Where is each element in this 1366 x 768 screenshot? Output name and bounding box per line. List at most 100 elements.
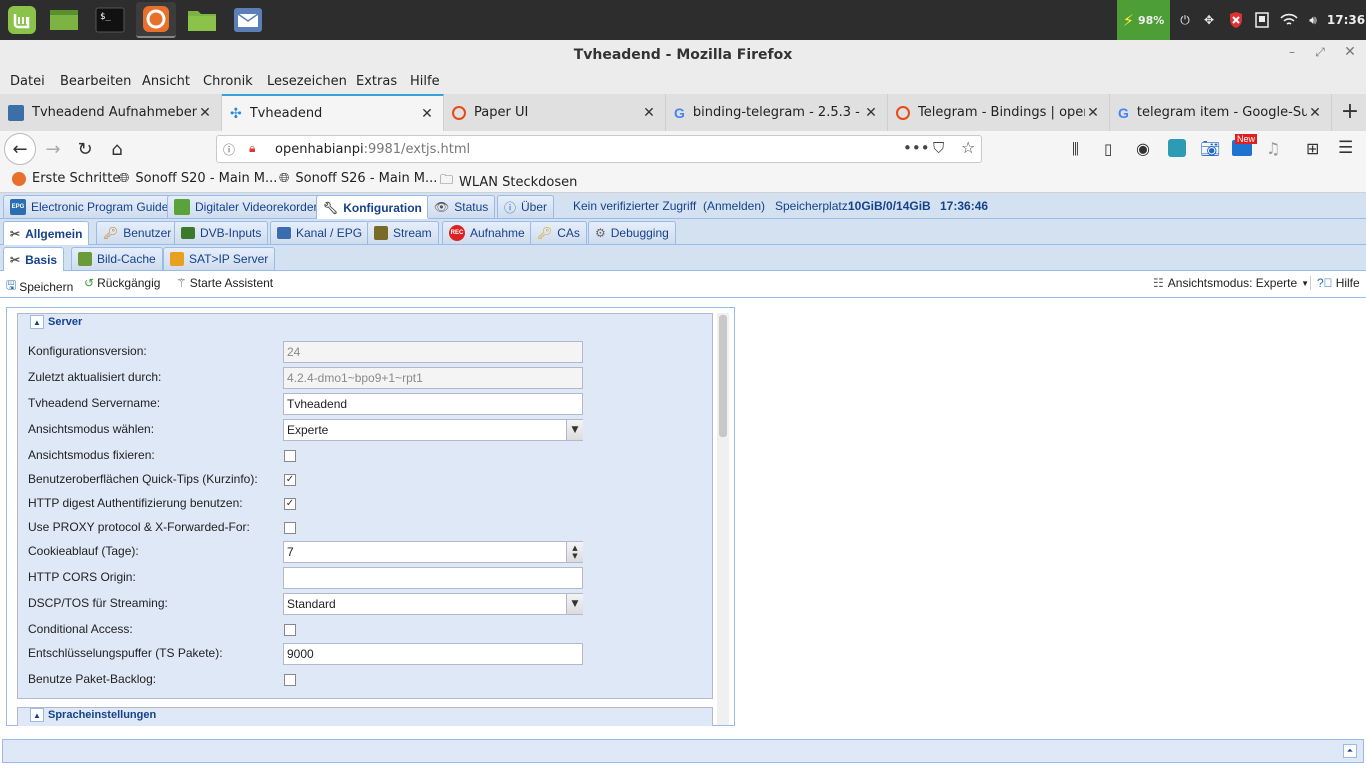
servername-input[interactable]: Tvheadend [283, 393, 583, 415]
firefox-launcher-icon[interactable] [136, 2, 176, 38]
menu-lesezeichen[interactable]: Lesezeichen [267, 74, 347, 89]
tab-basis[interactable]: ✂ Basis [3, 247, 65, 271]
cookie-spinner-icon[interactable]: ▲ ▼ [566, 542, 583, 562]
dscp-tos-select[interactable]: Standard [283, 593, 583, 615]
battery-indicator[interactable]: ⚡ 98% [1117, 0, 1170, 40]
tab-telegram-bindings[interactable]: Telegram - Bindings | openHAB ✕ [888, 94, 1110, 131]
form-scrollbar-thumb[interactable] [719, 315, 727, 437]
insecure-lock-icon[interactable]: 🔒︎ [249, 141, 255, 156]
menu-datei[interactable]: Datei [10, 74, 45, 89]
reload-button[interactable]: ↻ [70, 134, 100, 164]
cors-origin-input[interactable] [283, 567, 583, 589]
tab-paper-ui[interactable]: Paper UI ✕ [444, 94, 666, 131]
menu-hilfe[interactable]: Hilfe [410, 74, 440, 89]
tab-google-telegram-item[interactable]: G telegram item - Google-Suche ✕ [1110, 94, 1332, 131]
tab-epg[interactable]: EPG Electronic Program Guide [3, 195, 176, 218]
tab-tvheadend[interactable]: ✣ Tvheadend ✕ [222, 94, 444, 131]
tab-close-icon[interactable]: ✕ [641, 105, 657, 121]
view-mode-dropdown-icon[interactable]: ▼ [566, 420, 583, 440]
view-mode-dropdown[interactable]: ☷ Ansichtsmodus: Experte ▼ [1153, 276, 1309, 290]
sidebar-icon[interactable]: ▯ [1104, 140, 1112, 158]
clipboard-icon[interactable] [1251, 0, 1273, 40]
page-actions-icon[interactable]: ••• [903, 139, 930, 157]
tab-close-icon[interactable]: ✕ [1307, 105, 1323, 121]
tab-kanal-epg[interactable]: Kanal / EPG [270, 221, 370, 244]
pocket-icon[interactable]: ⛉ [933, 139, 944, 157]
tab-close-icon[interactable]: ✕ [1085, 105, 1101, 121]
dropbox-icon[interactable]: ✥ [1198, 0, 1220, 40]
mail-launcher-icon[interactable] [228, 2, 268, 38]
show-desktop-icon[interactable] [44, 2, 84, 38]
tab-dvr[interactable]: Digitaler Videorekorder [167, 195, 325, 218]
start-wizard-button[interactable]: ⚚ Starte Assistent [176, 276, 273, 290]
lock-view-checkbox[interactable] [284, 450, 296, 462]
account-icon[interactable]: ◉ [1136, 139, 1150, 158]
wifi-icon[interactable] [1278, 0, 1300, 40]
url-bar[interactable]: ⓘ 🔒︎ openhabianpi:9981/extjs.html ••• ⛉ … [216, 135, 982, 163]
tab-close-icon[interactable]: ✕ [197, 105, 213, 121]
tab-allgemein[interactable]: ✂ Allgemein [3, 221, 90, 245]
menu-extras[interactable]: Extras [356, 74, 397, 89]
tab-konfiguration[interactable]: 🔧︎ Konfiguration [316, 195, 429, 219]
volume-icon[interactable]: 🔊︎ [1302, 0, 1324, 40]
maximize-icon[interactable]: ⤢ [1306, 40, 1334, 64]
quicktips-checkbox[interactable]: ✓ [284, 474, 296, 486]
files-launcher-icon[interactable] [182, 2, 222, 38]
bookmark-folder-wlan[interactable]: 🗀 WLAN Steckdosen [440, 171, 577, 193]
bookmark-sonoff-s20[interactable]: 🌐︎ Sonoff S20 - Main M... [119, 171, 277, 186]
dscp-dropdown-icon[interactable]: ▼ [566, 594, 583, 614]
tab-cas[interactable]: 🔑︎ CAs [530, 221, 587, 244]
tab-bild-cache[interactable]: Bild-Cache [71, 247, 163, 270]
back-button[interactable]: ← [4, 133, 36, 165]
tab-google-binding-telegram[interactable]: G binding-telegram - 2.5.3 - Google-Such… [666, 94, 888, 131]
proxy-protocol-checkbox[interactable] [284, 522, 296, 534]
music-icon[interactable]: ♫ [1266, 139, 1280, 158]
decrypt-buffer-input[interactable]: 9000 [283, 643, 583, 665]
conditional-access-checkbox[interactable] [284, 624, 296, 636]
undo-button[interactable]: ↺ Rückgängig [84, 276, 160, 290]
camera-icon[interactable]: 📷︎ [1200, 139, 1220, 158]
tab-benutzer[interactable]: 🔑︎ Benutzer [96, 221, 179, 244]
view-mode-select[interactable]: Experte [283, 419, 583, 441]
library-icon[interactable]: ⫼ [1072, 140, 1079, 158]
login-link[interactable]: (Anmelden) [703, 199, 765, 213]
tab-close-icon[interactable]: ✕ [863, 105, 879, 121]
help-button[interactable]: ?⃝ Hilfe [1310, 276, 1360, 290]
tab-close-icon[interactable]: ✕ [419, 106, 435, 122]
menu-chronik[interactable]: Chronik [203, 74, 253, 89]
minimize-icon[interactable]: – [1278, 40, 1306, 64]
server-section-header[interactable]: ▲ Server [27, 315, 86, 329]
bookmark-sonoff-s26[interactable]: 🌐︎ Sonoff S26 - Main M... [279, 171, 437, 186]
close-window-icon[interactable]: ✕ [1336, 40, 1364, 64]
terminal-launcher-icon[interactable]: $_ [90, 2, 130, 38]
language-section-header[interactable]: ▲ Spracheinstellungen [27, 708, 160, 722]
tab-aufnahme[interactable]: REC Aufnahme [442, 221, 532, 244]
bookmark-star-icon[interactable]: ☆ [961, 138, 975, 157]
tab-stream[interactable]: Stream [367, 221, 439, 244]
home-button[interactable]: ⌂ [102, 134, 132, 164]
hamburger-menu-icon[interactable]: ☰ [1338, 138, 1353, 158]
collapse-icon[interactable]: ▲ [30, 708, 44, 722]
collapse-icon[interactable]: ▲ [30, 315, 44, 329]
tab-ueber[interactable]: ⓘ Über [497, 195, 555, 218]
menu-bearbeiten[interactable]: Bearbeiten [60, 74, 131, 89]
packet-backlog-checkbox[interactable] [284, 674, 296, 686]
extension-screenshot-icon[interactable] [1168, 139, 1186, 157]
forward-button[interactable]: → [38, 134, 68, 164]
tab-status[interactable]: 👁︎ Status [427, 195, 496, 218]
cookie-expiry-input[interactable]: 7 [283, 541, 583, 563]
menu-ansicht[interactable]: Ansicht [142, 74, 190, 89]
clock[interactable]: 17:36 [1327, 0, 1365, 40]
extensions-icon[interactable]: ⊞ [1306, 139, 1319, 158]
mint-menu-icon[interactable] [2, 2, 42, 38]
info-icon[interactable]: ⓘ [223, 141, 235, 158]
expand-up-icon[interactable]: ⏶ [1343, 744, 1357, 758]
power-icon[interactable]: ⏻ [1174, 0, 1196, 40]
tab-dvb-inputs[interactable]: DVB-Inputs [174, 221, 269, 244]
tab-debugging[interactable]: ⚙ Debugging [588, 221, 676, 244]
digest-auth-checkbox[interactable]: ✓ [284, 498, 296, 510]
new-tab-button[interactable]: + [1336, 98, 1364, 126]
bookmark-erste-schritte[interactable]: Erste Schritte [12, 171, 120, 186]
tab-tvheadend-notification[interactable]: Tvheadend Aufnahmebenachrichtigung ✕ [0, 94, 222, 131]
tab-satip-server[interactable]: SAT>IP Server [163, 247, 276, 270]
